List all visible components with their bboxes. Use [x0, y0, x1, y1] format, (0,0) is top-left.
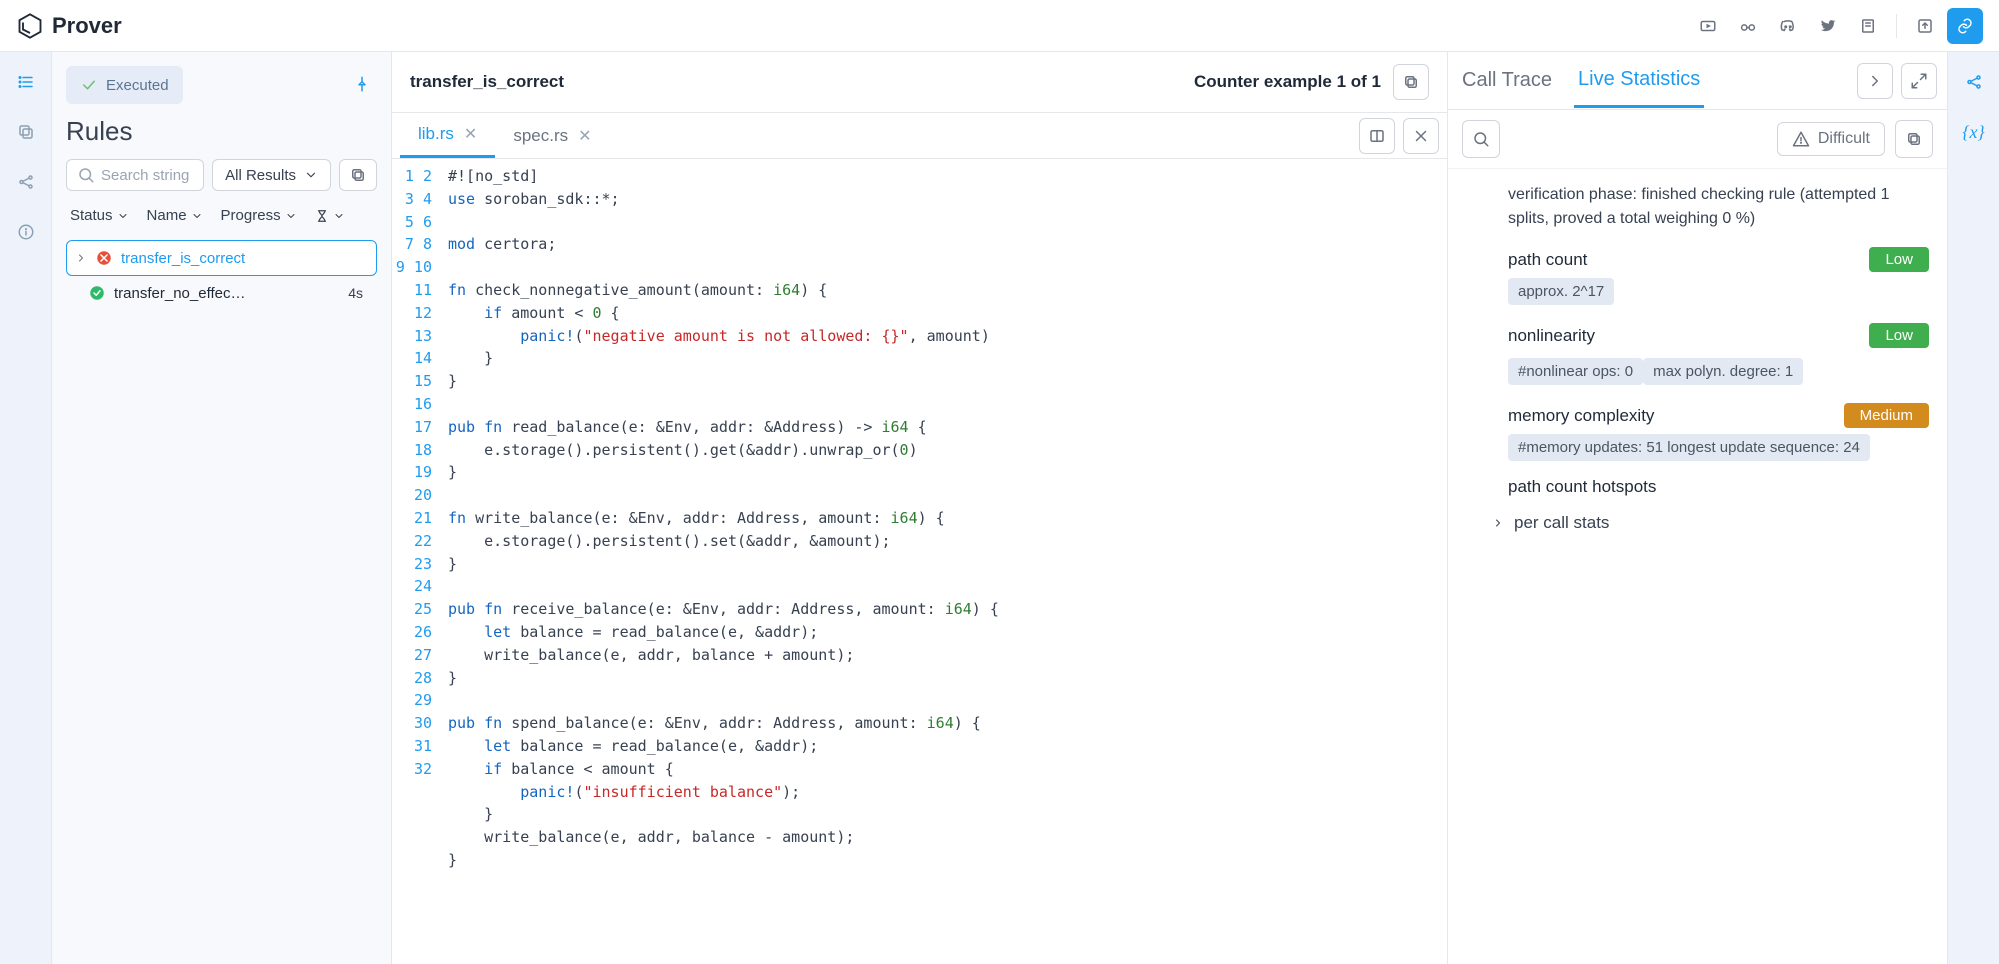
rule-name: transfer_no_effec… — [114, 285, 340, 302]
col-status[interactable]: Status — [70, 207, 129, 224]
rules-title: Rules — [66, 116, 377, 147]
pin-icon[interactable] — [347, 69, 377, 102]
list-icon[interactable] — [8, 64, 44, 100]
stat-label: nonlinearity — [1508, 326, 1595, 346]
stat-label: path count — [1508, 250, 1587, 270]
export-icon[interactable] — [1907, 8, 1943, 44]
stat-block: memory complexity Medium #memory updates: … — [1466, 403, 1929, 461]
logo-icon — [16, 12, 44, 40]
editor-tabs: lib.rs✕spec.rs✕ — [392, 113, 1447, 159]
twitter-icon[interactable] — [1810, 8, 1846, 44]
next-icon[interactable] — [1857, 63, 1893, 99]
stat-badge: Medium — [1844, 403, 1929, 428]
left-rail — [0, 52, 52, 964]
copy-stats-button[interactable] — [1895, 120, 1933, 158]
rule-title: transfer_is_correct — [410, 72, 564, 92]
share-icon[interactable] — [8, 164, 44, 200]
info-icon[interactable] — [8, 214, 44, 250]
copy-icon[interactable] — [8, 114, 44, 150]
check-icon — [80, 76, 98, 94]
stat-block: path count Low approx. 2^17 — [1466, 247, 1929, 305]
search-icon — [77, 166, 95, 184]
rule-time: 4s — [348, 285, 369, 301]
rule-name: transfer_is_correct — [121, 250, 368, 267]
right-rail: {x} — [1947, 52, 1999, 964]
close-tab-icon[interactable]: ✕ — [464, 124, 477, 144]
expand-icon[interactable] — [1901, 63, 1937, 99]
rule-item[interactable]: transfer_is_correct — [66, 240, 377, 276]
rules-panel: Executed Rules Search string All Results… — [52, 52, 392, 964]
counter-example-label: Counter example 1 of 1 — [1194, 72, 1381, 92]
link-icon[interactable] — [1947, 8, 1983, 44]
discord-icon[interactable] — [1770, 8, 1806, 44]
topbar-icons — [1690, 8, 1983, 44]
book-icon[interactable] — [1850, 8, 1886, 44]
stat-chip: #memory updates: 51 longest update seque… — [1508, 434, 1870, 461]
stat-chip: approx. 2^17 — [1508, 278, 1614, 305]
stat-block: nonlinearity Low #nonlinear ops: 0max poly… — [1466, 323, 1929, 385]
search-input[interactable]: Search string — [66, 159, 204, 191]
chevron-right-icon — [1492, 517, 1504, 529]
rule-item[interactable]: transfer_no_effec… 4s — [66, 276, 377, 310]
chevron-down-icon — [304, 168, 318, 182]
code-editor[interactable]: 1 2 3 4 5 6 7 8 9 10 11 12 13 14 15 16 1… — [392, 159, 1447, 964]
center-panel: transfer_is_correct Counter example 1 of… — [392, 52, 1447, 964]
stats-search-icon[interactable] — [1462, 120, 1500, 158]
tab-live-statistics[interactable]: Live Statistics — [1574, 54, 1704, 108]
col-name[interactable]: Name — [147, 207, 203, 224]
rules-list: transfer_is_correct transfer_no_effec… 4s — [66, 240, 377, 310]
copy-rules-button[interactable] — [339, 159, 377, 191]
success-icon — [88, 284, 106, 302]
tab-call-trace[interactable]: Call Trace — [1458, 55, 1556, 106]
stat-label: memory complexity — [1508, 406, 1654, 426]
stat-badge: Low — [1869, 323, 1929, 348]
stat-badge: Low — [1869, 247, 1929, 272]
split-view-icon[interactable] — [1359, 118, 1395, 154]
warning-icon — [1792, 130, 1810, 148]
col-progress[interactable]: Progress — [221, 207, 297, 224]
per-call-stats[interactable]: per call stats — [1466, 513, 1929, 533]
stat-chip: #nonlinear ops: 0 — [1508, 358, 1643, 385]
logo: Prover — [16, 12, 122, 40]
verification-phase: verification phase: finished checking ru… — [1466, 183, 1929, 231]
close-tab-icon[interactable]: ✕ — [578, 126, 591, 146]
topbar: Prover — [0, 0, 1999, 52]
hotspots-label: path count hotspots — [1508, 477, 1656, 497]
file-tab[interactable]: spec.rs✕ — [495, 113, 609, 158]
difficult-button[interactable]: Difficult — [1777, 122, 1885, 156]
stat-chip: max polyn. degree: 1 — [1643, 358, 1803, 385]
file-tab[interactable]: lib.rs✕ — [400, 113, 495, 158]
copy-center-button[interactable] — [1393, 64, 1429, 100]
column-headers: Status Name Progress — [66, 203, 377, 228]
share-right-icon[interactable] — [1956, 64, 1992, 100]
hourglass-icon — [315, 209, 329, 223]
video-icon[interactable] — [1690, 8, 1726, 44]
filter-dropdown[interactable]: All Results — [212, 159, 331, 191]
close-editor-icon[interactable] — [1403, 118, 1439, 154]
chevron-right-icon — [75, 252, 87, 264]
executed-badge: Executed — [66, 66, 183, 104]
app-name: Prover — [52, 13, 122, 39]
glasses-icon[interactable] — [1730, 8, 1766, 44]
error-icon — [95, 249, 113, 267]
live-stats-panel: Call Trace Live Statistics Difficult ver… — [1447, 52, 1947, 964]
variable-icon[interactable]: {x} — [1956, 114, 1992, 150]
col-hourglass[interactable] — [315, 207, 345, 224]
